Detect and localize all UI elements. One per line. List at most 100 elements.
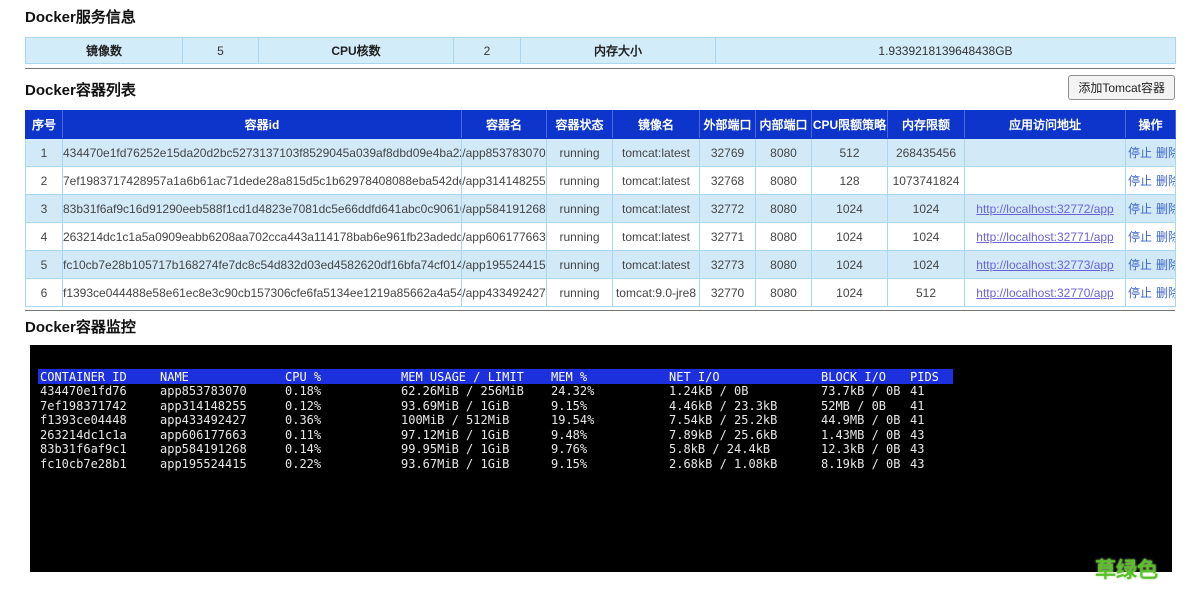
mem-quota-cell: 512 [888, 279, 965, 307]
stop-link[interactable]: 停止 [1128, 230, 1152, 244]
stats-cell: 24.32% [549, 384, 667, 399]
stats-cell: 43 [908, 428, 953, 443]
table-row: 5fc10cb7e28b105717b168274fe7dc8c54d832d0… [26, 251, 1176, 279]
stats-cell: app195524415 [158, 457, 283, 472]
container-id-cell: 434470e1fd76252e15da20d2bc5273137103f852… [63, 139, 462, 167]
stats-cell: 0.36% [283, 413, 399, 428]
stats-cell: fc10cb7e28b1 [38, 457, 158, 472]
delete-link[interactable]: 删除 [1156, 202, 1175, 216]
memory-size-value: 1.9339218139648438GB [716, 38, 1176, 64]
stats-column-header: CONTAINER ID [38, 369, 158, 384]
image-name-cell: tomcat:latest [613, 251, 700, 279]
external-port-cell: 32769 [700, 139, 756, 167]
mem-quota-cell: 1024 [888, 195, 965, 223]
stats-cell: 7ef198371742 [38, 399, 158, 414]
stats-row: f1393ce04448app4334924270.36%100MiB / 51… [38, 413, 953, 428]
container-status-cell: running [547, 167, 613, 195]
add-tomcat-button[interactable]: 添加Tomcat容器 [1068, 75, 1175, 100]
stats-cell: 62.26MiB / 256MiB [399, 384, 549, 399]
service-section-title: Docker服务信息 [25, 6, 1175, 27]
stats-cell: app853783070 [158, 384, 283, 399]
stop-link[interactable]: 停止 [1128, 202, 1152, 216]
container-name-cell: /app584191268 [462, 195, 547, 223]
image-name-cell: tomcat:latest [613, 139, 700, 167]
stats-cell: 41 [908, 413, 953, 428]
container-status-cell: running [547, 251, 613, 279]
cpu-quota-cell: 1024 [812, 279, 888, 307]
monitor-terminal: CONTAINER IDNAMECPU %MEM USAGE / LIMITME… [30, 345, 1172, 572]
stats-cell: 43 [908, 442, 953, 457]
memory-size-label: 内存大小 [521, 38, 716, 64]
container-name-cell: /app606177663 [462, 223, 547, 251]
app-url-link[interactable]: http://localhost:32771/app [976, 230, 1113, 244]
stats-row: 7ef198371742app3141482550.12%93.69MiB / … [38, 399, 953, 414]
stats-cell: 1.24kB / 0B [667, 384, 819, 399]
container-status-cell: running [547, 223, 613, 251]
actions-cell: 停止删除 [1126, 167, 1176, 195]
delete-link[interactable]: 删除 [1156, 230, 1175, 244]
image-count-label: 镜像数 [26, 38, 183, 64]
delete-link[interactable]: 删除 [1156, 286, 1175, 300]
stats-cell: 9.15% [549, 457, 667, 472]
cpu-quota-cell: 1024 [812, 195, 888, 223]
containers-table-header-row: 序号容器id容器名容器状态镜像名外部端口内部端口CPU限额策略内存限额应用访问地… [26, 111, 1176, 139]
container-name-cell: /app195524415 [462, 251, 547, 279]
stats-row: fc10cb7e28b1app1955244150.22%93.67MiB / … [38, 457, 953, 472]
row-index-cell: 4 [26, 223, 63, 251]
external-port-cell: 32770 [700, 279, 756, 307]
external-port-cell: 32773 [700, 251, 756, 279]
row-index-cell: 1 [26, 139, 63, 167]
container-name-cell: /app853783070 [462, 139, 547, 167]
actions-cell: 停止删除 [1126, 195, 1176, 223]
stats-row: 83b31f6af9c1app5841912680.14%99.95MiB / … [38, 442, 953, 457]
stop-link[interactable]: 停止 [1128, 258, 1152, 272]
mem-quota-cell: 1024 [888, 251, 965, 279]
container-id-cell: f1393ce044488e58e61ec8e3c90cb157306cfe6f… [63, 279, 462, 307]
stats-cell: app314148255 [158, 399, 283, 414]
stats-cell: 41 [908, 384, 953, 399]
column-header: 外部端口 [700, 111, 756, 139]
containers-section-title: Docker容器列表 [25, 79, 136, 100]
stats-cell: 9.48% [549, 428, 667, 443]
stop-link[interactable]: 停止 [1128, 286, 1152, 300]
actions-cell: 停止删除 [1126, 139, 1176, 167]
internal-port-cell: 8080 [756, 279, 812, 307]
stats-cell: 2.68kB / 1.08kB [667, 457, 819, 472]
stats-cell: 52MB / 0B [819, 399, 908, 414]
app-url-cell: http://localhost:32771/app [965, 223, 1126, 251]
app-url-link[interactable]: http://localhost:32773/app [976, 258, 1113, 272]
image-name-cell: tomcat:latest [613, 167, 700, 195]
image-name-cell: tomcat:latest [613, 223, 700, 251]
row-index-cell: 6 [26, 279, 63, 307]
image-count-value: 5 [183, 38, 259, 64]
stats-cell: 0.18% [283, 384, 399, 399]
external-port-cell: 32768 [700, 167, 756, 195]
external-port-cell: 32771 [700, 223, 756, 251]
app-url-link[interactable]: http://localhost:32770/app [976, 286, 1113, 300]
column-header: 容器名 [462, 111, 547, 139]
stats-column-header: MEM USAGE / LIMIT [399, 369, 549, 384]
cpu-cores-value: 2 [454, 38, 521, 64]
actions-cell: 停止删除 [1126, 279, 1176, 307]
app-url-cell: http://localhost:32773/app [965, 251, 1126, 279]
column-header: 容器id [63, 111, 462, 139]
table-row: 383b31f6af9c16d91290eeb588f1cd1d4823e708… [26, 195, 1176, 223]
column-header: 内存限额 [888, 111, 965, 139]
stats-cell: 97.12MiB / 1GiB [399, 428, 549, 443]
app-url-link[interactable]: http://localhost:32772/app [976, 202, 1113, 216]
table-row: 27ef1983717428957a1a6b61ac71dede28a815d5… [26, 167, 1176, 195]
delete-link[interactable]: 删除 [1156, 258, 1175, 272]
stats-cell: app433492427 [158, 413, 283, 428]
delete-link[interactable]: 删除 [1156, 174, 1175, 188]
stop-link[interactable]: 停止 [1128, 146, 1152, 160]
stats-cell: 0.22% [283, 457, 399, 472]
containers-list-header: Docker容器列表 添加Tomcat容器 [25, 75, 1175, 100]
column-header: 序号 [26, 111, 63, 139]
section-divider [25, 68, 1175, 69]
stats-cell: 100MiB / 512MiB [399, 413, 549, 428]
stop-link[interactable]: 停止 [1128, 174, 1152, 188]
column-header: 镜像名 [613, 111, 700, 139]
stats-cell: 0.14% [283, 442, 399, 457]
cpu-quota-cell: 1024 [812, 223, 888, 251]
delete-link[interactable]: 删除 [1156, 146, 1175, 160]
